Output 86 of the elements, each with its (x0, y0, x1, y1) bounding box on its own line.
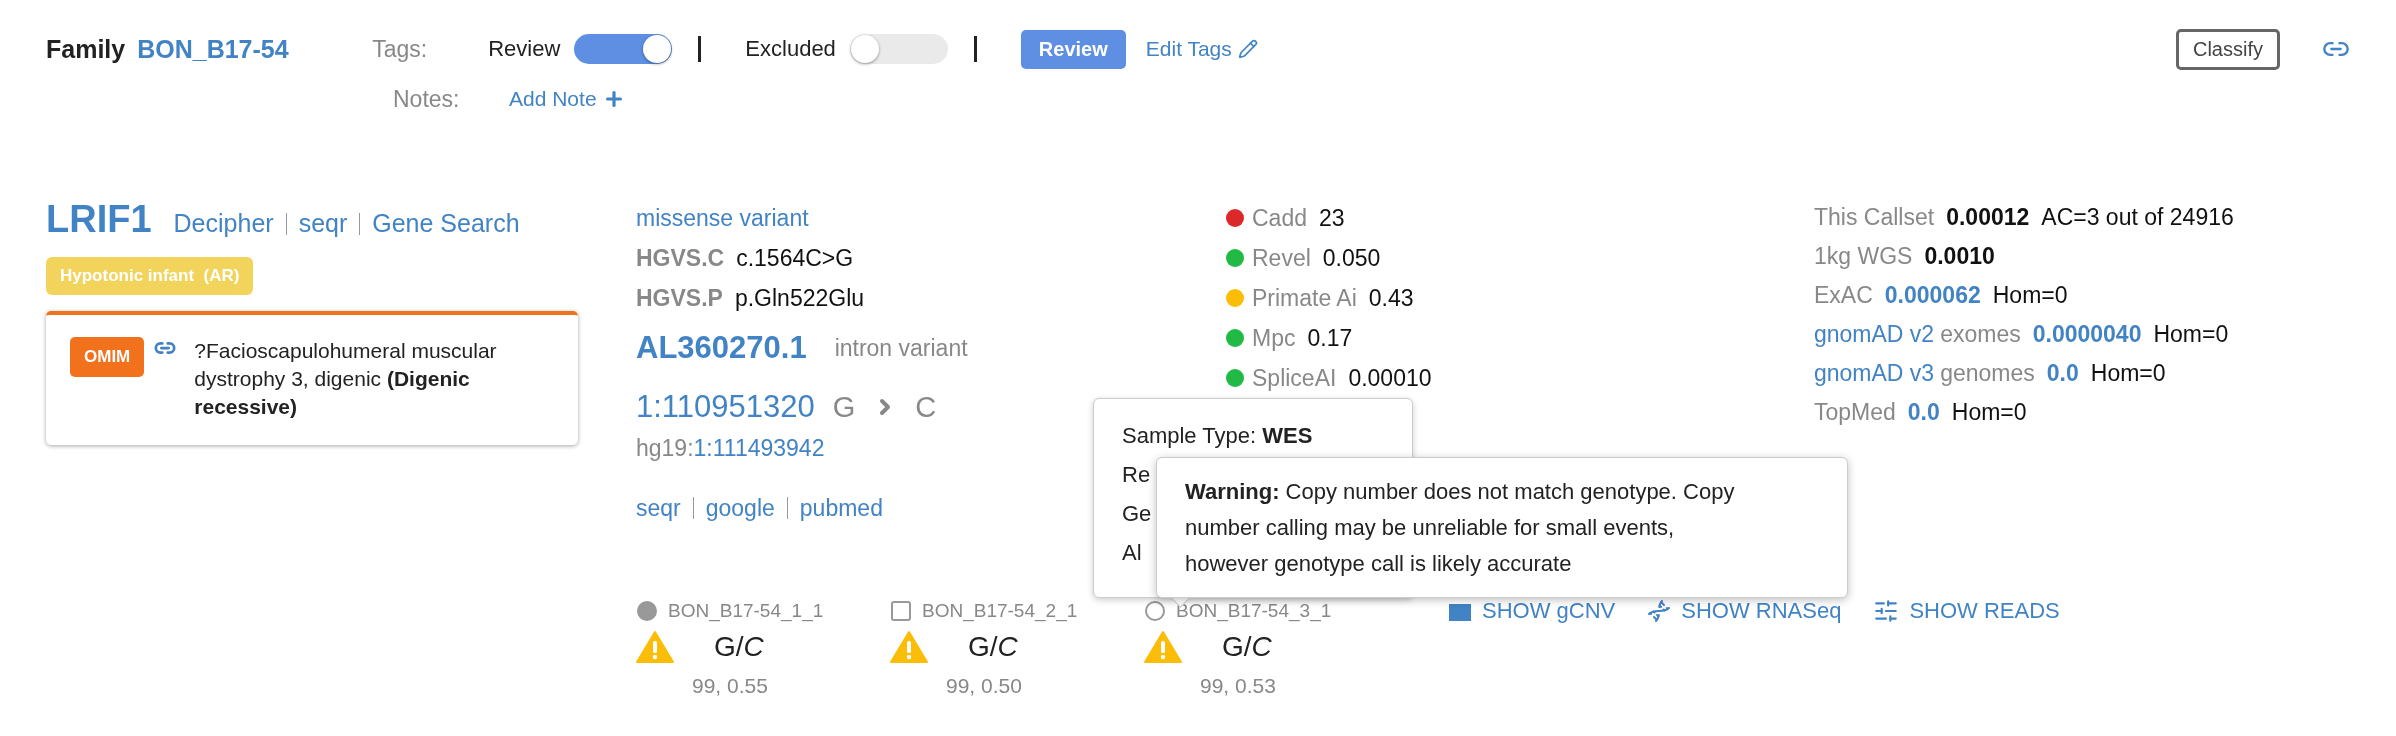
omim-label: OMIM (70, 337, 145, 377)
family-label: Family (46, 34, 126, 64)
search-link[interactable]: google (705, 494, 775, 522)
score-label: Mpc (1252, 324, 1296, 352)
hgvs-value: c.1564C>G (736, 244, 854, 272)
sliders-icon (1873, 598, 1900, 624)
consequence-link[interactable]: missense variant (636, 204, 809, 232)
alt-allele: C (915, 390, 937, 424)
tags-label: Tags: (372, 35, 429, 63)
frequency-detail: Hom=0 (1992, 282, 2068, 309)
score-value: 0.00010 (1348, 364, 1432, 392)
position-link[interactable]: 1:110951320 (636, 389, 815, 425)
hg19-link[interactable]: 1:111493942 (693, 434, 825, 462)
toggle-switch[interactable] (574, 34, 673, 64)
phenotype-text: ?Facioscapulohumeral muscular dystrophy 3, digenic (Digenic recessive) (194, 338, 498, 420)
tooltip-text: Re (1122, 461, 1151, 489)
frequency-value-link[interactable]: 0.0 (1907, 399, 1940, 426)
frequency-value: 0.00012 (1946, 204, 2030, 231)
gene-symbol-link[interactable]: LRIF1 (46, 198, 152, 241)
frequency-detail: Hom=0 (2153, 321, 2229, 348)
warning-text: Warning: Copy number does not match genotype. Copy number calling may be unreliable for small events, however genotype call is likely accurate (1185, 478, 1736, 578)
genotype-quality: 99, 0.50 (946, 674, 1023, 698)
frequency-source-link[interactable]: gnomAD v2 (1814, 321, 1935, 348)
add-note-link[interactable]: Add Note (509, 87, 597, 111)
gene-link[interactable]: Gene Search (372, 209, 520, 238)
family-link[interactable]: BON_B17-54 (137, 34, 373, 64)
score-label: Primate Ai (1252, 284, 1357, 312)
ref-allele: G (832, 390, 856, 424)
transcript-gene-link[interactable]: AL360270.1 (636, 330, 807, 366)
gene-panel-tag: Hypotonic infant (AR) (46, 257, 254, 295)
warning-icon (636, 630, 674, 664)
search-link[interactable]: pubmed (799, 494, 883, 522)
frequency-source: exomes (1940, 321, 2021, 348)
notes-label: Notes: (393, 85, 461, 113)
tooltip-text: Al (1122, 539, 1142, 567)
gene-link[interactable]: Decipher (173, 209, 274, 238)
warning-icon (890, 630, 928, 664)
genotype-quality: 99, 0.55 (692, 674, 769, 698)
sample-name: BON_B17-54_2_1 (922, 600, 1078, 622)
frequency-value: 0.0010 (1924, 243, 1995, 270)
transcript-consequence: intron variant (834, 334, 968, 362)
score-value: 0.43 (1368, 284, 1414, 312)
frequency-detail: Hom=0 (2090, 360, 2166, 387)
frequency-source: ExAC (1814, 282, 1873, 309)
edit-tags-link[interactable]: Edit Tags (1145, 37, 1232, 61)
genotype: G/C (1222, 631, 1272, 663)
warning-icon (1144, 630, 1182, 664)
dna-icon (1647, 599, 1672, 623)
tag-button[interactable]: Review (1020, 29, 1126, 69)
show-track-link[interactable]: SHOW gCNV (1448, 598, 1616, 624)
frequency-detail: AC=3 out of 24916 (2041, 204, 2234, 231)
toggle-switch[interactable] (849, 34, 948, 64)
genotype: G/C (968, 631, 1018, 663)
frequency-value-link[interactable]: 0.0000040 (2032, 321, 2142, 348)
gene-link[interactable]: seqr (298, 209, 348, 238)
search-link[interactable]: seqr (636, 494, 681, 522)
hgvs-label: HGVS.P (636, 284, 723, 312)
sample-name: BON_B17-54_3_1 (1176, 600, 1332, 622)
frequency-source: TopMed (1814, 399, 1896, 426)
frequency-value-link[interactable]: 0.0 (2046, 360, 2079, 387)
show-track-link[interactable]: SHOW READS (1873, 598, 2060, 624)
pencil-icon[interactable] (1237, 39, 1258, 59)
genotype-quality: 99, 0.53 (1200, 674, 1277, 698)
frequency-source: genomes (1940, 360, 2035, 387)
score-value: 23 (1319, 204, 1345, 232)
tooltip-text: Sample Type: WES (1122, 422, 1313, 450)
classify-button[interactable]: Classify (2176, 28, 2280, 70)
show-track-link[interactable]: SHOW RNASeq (1647, 598, 1842, 624)
frequency-source-link[interactable]: gnomAD v3 (1814, 360, 1935, 387)
frequency-source: This Callset (1814, 204, 1935, 231)
genotype: G/C (714, 631, 764, 663)
score-label: Cadd (1252, 204, 1307, 232)
hgvs-value: p.Gln522Glu (734, 284, 865, 312)
hgvs-label: HGVS.C (636, 244, 725, 272)
score-label: SpliceAI (1252, 364, 1337, 392)
frequency-source: 1kg WGS (1814, 243, 1913, 270)
score-value: 0.050 (1322, 244, 1381, 272)
score-value: 0.17 (1307, 324, 1353, 352)
frequency-detail: Hom=0 (1951, 399, 2027, 426)
sample-name: BON_B17-54_1_1 (668, 600, 824, 622)
score-label: Revel (1252, 244, 1311, 272)
frequency-value-link[interactable]: 0.000062 (1884, 282, 1981, 309)
toggle-label: Excluded (745, 36, 836, 62)
hg19-label: hg19: (636, 434, 694, 462)
tooltip-text: Ge (1122, 500, 1152, 528)
toggle-label: Review (488, 36, 561, 62)
